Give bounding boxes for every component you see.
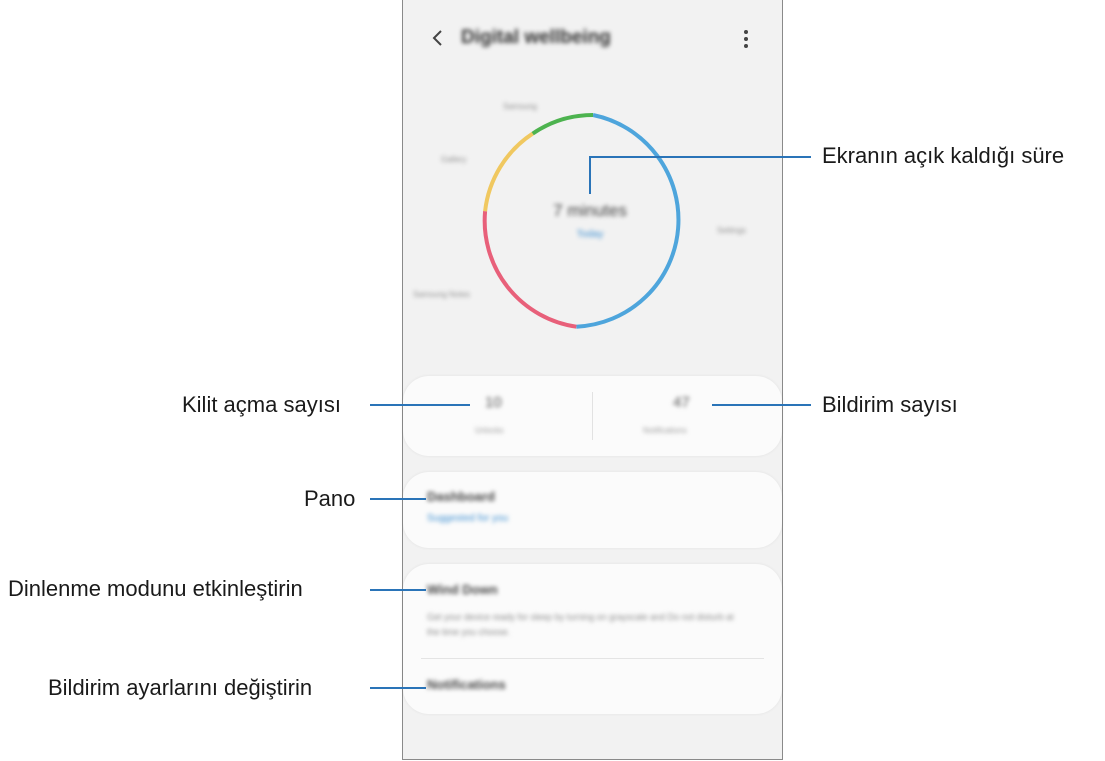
dashboard-subtitle: Suggested for you	[427, 513, 509, 524]
screen-time-value: 7 minutes	[553, 201, 627, 220]
settings-card: Wind Down Get your device ready for slee…	[403, 564, 782, 714]
callout-line-notifications	[712, 404, 811, 406]
wind-down-description: Get your device ready for sleep by turni…	[427, 612, 734, 637]
callout-line-unlocks	[370, 404, 470, 406]
notifications-label: Notifications	[643, 426, 687, 435]
stats-card: 10 Unlocks 47 Notifications	[403, 376, 782, 456]
wind-down-title: Wind Down	[427, 582, 498, 597]
screen-time-donut-chart[interactable]	[403, 0, 784, 360]
screen-time-period[interactable]: Today	[555, 229, 625, 240]
callout-notification-settings: Bildirim ayarlarını değiştirin	[48, 675, 313, 700]
callout-unlocks: Kilit açma sayısı	[182, 392, 341, 417]
notifications-settings-item[interactable]: Notifications	[427, 677, 506, 692]
callout-notifications: Bildirim sayısı	[822, 392, 958, 417]
category-label-samsung: Samsung	[503, 102, 537, 111]
category-label-settings: Settings	[717, 226, 746, 235]
unlocks-label: Unlocks	[475, 426, 504, 435]
dashboard-title: Dashboard	[427, 489, 495, 504]
callout-wind-down: Dinlenme modunu etkinleştirin	[8, 576, 303, 601]
notifications-count[interactable]: 47	[673, 394, 690, 411]
category-label-gallery: Gallery	[441, 155, 467, 164]
callout-line-screen-time	[589, 156, 811, 158]
unlocks-count[interactable]: 10	[485, 394, 502, 411]
callout-dashboard: Pano	[304, 486, 356, 511]
phone-screen: Digital wellbeing Samsung Gallery Settin…	[402, 0, 783, 760]
category-label-samsung-notes: Samsung Notes	[413, 290, 470, 299]
donut-segment-gallery	[483, 131, 534, 212]
callout-line-notification-settings	[370, 687, 426, 689]
dashboard-card[interactable]: Dashboard Suggested for you	[403, 472, 782, 548]
callout-line-wind-down	[370, 589, 426, 591]
callout-line-dashboard	[370, 498, 426, 500]
stats-divider	[592, 392, 593, 440]
callout-line-screen-time-vertical	[589, 156, 591, 194]
callout-screen-time: Ekranın açık kaldığı süre	[822, 143, 1065, 168]
donut-segment-samsung	[531, 113, 594, 136]
settings-divider	[421, 658, 764, 659]
